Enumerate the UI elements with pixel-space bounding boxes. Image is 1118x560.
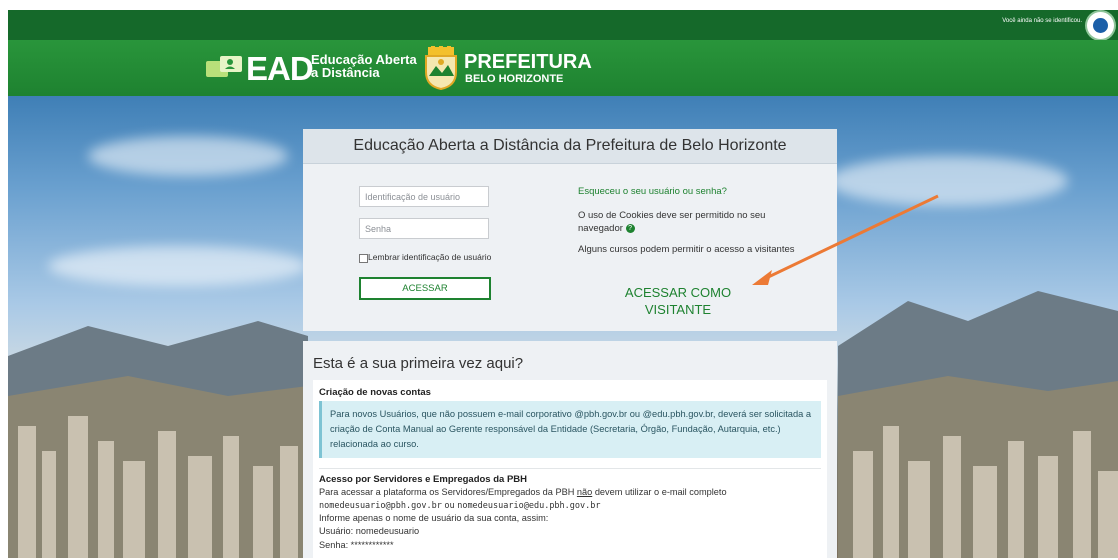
ead-logo-icon bbox=[206, 56, 242, 77]
email-or: ou bbox=[444, 501, 455, 511]
pbh-access-emails: nomedeusuario@pbh.gov.br ou nomedeusuari… bbox=[319, 500, 601, 511]
first-time-panel: Esta é a sua primeira vez aqui? Criação … bbox=[303, 341, 837, 560]
login-header: Educação Aberta a Distância da Prefeitur… bbox=[303, 129, 837, 164]
top-strip bbox=[0, 0, 1118, 10]
help-icon[interactable]: ? bbox=[625, 223, 635, 233]
username-placeholder: Identificação de usuário bbox=[365, 192, 461, 202]
annotation-arrow bbox=[752, 194, 939, 285]
pbh-access-line4: Usuário: nomedeusuario bbox=[319, 526, 420, 536]
line1-emphasis: não bbox=[576, 487, 593, 497]
pbh-access-title: Acesso por Servidores e Empregados da PB… bbox=[319, 474, 528, 485]
user-avatar-icon[interactable] bbox=[1087, 12, 1114, 39]
forgot-password-link[interactable]: Esqueceu o seu usuário ou senha? bbox=[578, 186, 727, 197]
new-accounts-text: Para novos Usuários, que não possuem e-m… bbox=[330, 409, 812, 449]
login-button[interactable]: ACESSAR bbox=[359, 277, 491, 300]
first-time-content: Criação de novas contas Para novos Usuár… bbox=[313, 380, 827, 560]
new-accounts-alert: Para novos Usuários, que não possuem e-m… bbox=[319, 401, 821, 458]
prefeitura-subtitle: BELO HORIZONTE bbox=[465, 73, 564, 85]
pbh-access-line3: Informe apenas o nome de usuário da sua … bbox=[319, 513, 549, 523]
pbh-access-line5: Senha: ************ bbox=[319, 540, 394, 550]
ead-logo-sub2: a Distância bbox=[311, 65, 380, 80]
username-input[interactable]: Identificação de usuário bbox=[359, 186, 489, 207]
top-navbar: Você ainda não se identificou. bbox=[8, 10, 1118, 40]
password-placeholder: Senha bbox=[365, 224, 392, 234]
prefeitura-title: PREFEITURA bbox=[464, 51, 592, 73]
section-divider bbox=[319, 468, 821, 469]
new-accounts-title: Criação de novas contas bbox=[319, 387, 431, 398]
email-example-2: nomedeusuario@edu.pbh.gov.br bbox=[457, 501, 601, 511]
line1-start: Para acessar a plataforma os Servidores/… bbox=[319, 487, 575, 497]
brand-header: EAD Educação Aberta a Distância PREFEITU… bbox=[8, 40, 1118, 96]
login-status-text: Você ainda não se identificou. bbox=[1002, 18, 1082, 24]
remember-checkbox[interactable] bbox=[359, 254, 368, 263]
ead-logo-subtitle: Educação Aberta a Distância bbox=[311, 53, 417, 79]
cookies-text: O uso de Cookies deve ser permitido no s… bbox=[578, 210, 766, 234]
pbh-access-line1: Para acessar a plataforma os Servidores/… bbox=[319, 487, 727, 497]
password-input[interactable]: Senha bbox=[359, 218, 489, 239]
email-example-1: nomedeusuario@pbh.gov.br bbox=[319, 501, 442, 511]
first-time-title: Esta é a sua primeira vez aqui? bbox=[313, 355, 524, 372]
line1-end: devem utilizar o e-mail completo bbox=[594, 487, 727, 497]
remember-label[interactable]: Lembrar identificação de usuário bbox=[368, 252, 491, 262]
login-title: Educação Aberta a Distância da Prefeitur… bbox=[353, 137, 787, 154]
prefeitura-crest-icon bbox=[425, 46, 457, 90]
guest-login-button[interactable]: ACESSAR COMO VISITANTE bbox=[608, 284, 748, 318]
ead-logo-text: EAD bbox=[246, 50, 314, 87]
